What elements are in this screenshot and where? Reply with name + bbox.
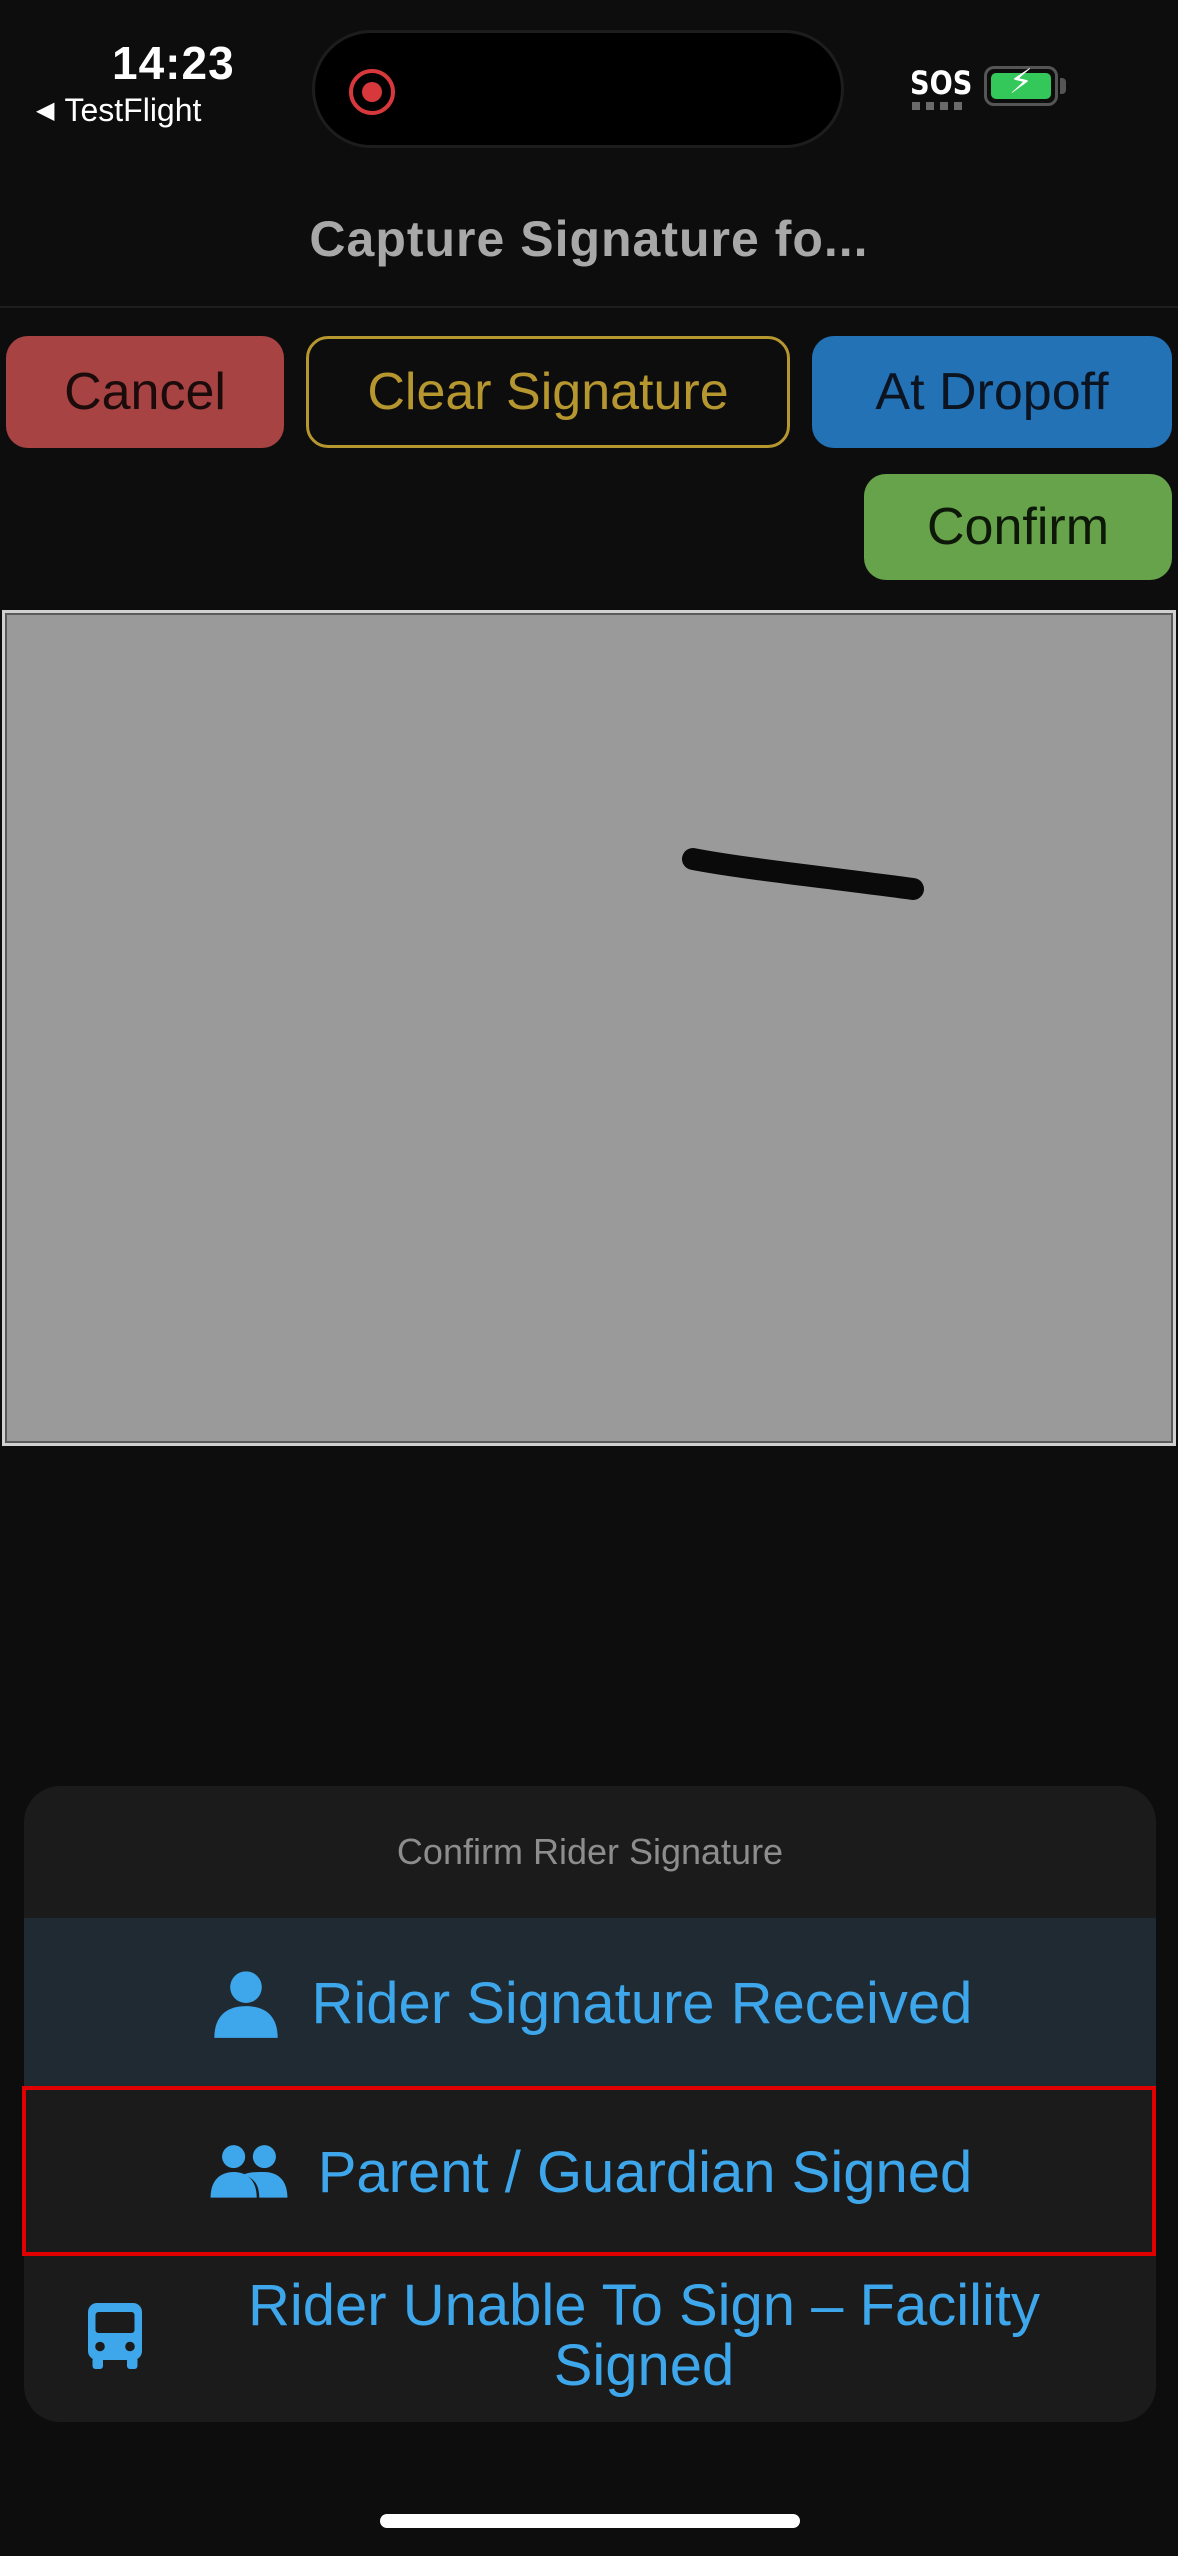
selection-highlight-box [22, 2086, 1156, 2256]
sos-indicator: SOS [910, 64, 973, 102]
person-icon [208, 1965, 284, 2041]
home-indicator[interactable] [380, 2514, 800, 2528]
dynamic-island [312, 30, 844, 148]
bus-icon [84, 2300, 146, 2372]
signature-stroke [682, 848, 924, 900]
action-sheet-title: Confirm Rider Signature [396, 1831, 784, 1872]
signature-pad[interactable] [2, 610, 1176, 1446]
signal-bars-icon [912, 102, 966, 110]
battery-nub [1060, 78, 1066, 94]
option-label: Rider Unable To Sign – Facility Signed [248, 2273, 1040, 2398]
back-app-label: TestFlight [64, 92, 202, 128]
confirm-button[interactable]: Confirm [864, 474, 1172, 580]
recording-icon [349, 69, 395, 115]
page-title: Capture Signature fo... [309, 211, 869, 267]
cancel-button[interactable]: Cancel [6, 336, 284, 448]
header-divider [0, 306, 1178, 308]
option-label: Rider Signature Received [311, 1970, 973, 2036]
at-dropoff-button[interactable]: At Dropoff [812, 336, 1172, 448]
back-triangle-icon: ◀ [36, 97, 55, 124]
clear-signature-button[interactable]: Clear Signature [306, 336, 790, 448]
rider-signature-received-option[interactable]: Rider Signature Received [24, 1918, 1156, 2088]
status-time: 14:23 [112, 37, 235, 89]
back-to-app-link[interactable]: ◀ TestFlight [36, 92, 201, 129]
rider-unable-to-sign-option[interactable]: Rider Unable To Sign – Facility Signed [24, 2256, 1156, 2422]
battery-charging-icon: ⚡ [984, 65, 1058, 106]
